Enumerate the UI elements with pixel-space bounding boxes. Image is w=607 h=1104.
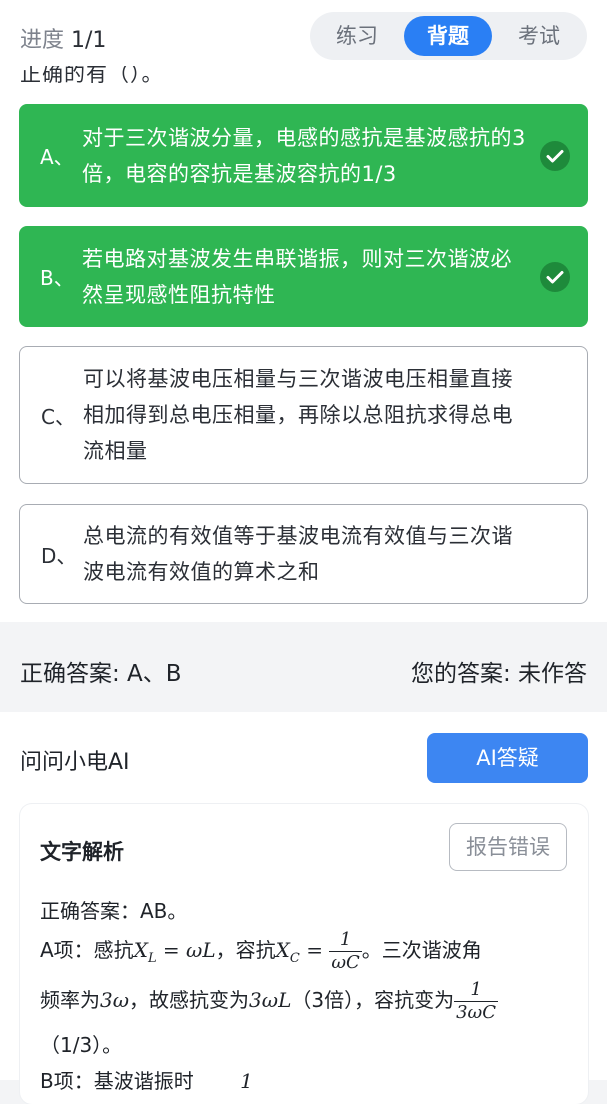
- analysis-panel: 文字解析 报告错误 正确答案：AB。 A项：感抗XL = ωL，容抗XC = 1…: [20, 804, 588, 1104]
- ai-label: 问问小电AI: [20, 750, 130, 775]
- option-letter: C、: [41, 404, 75, 429]
- analysis-text: ，容抗: [215, 938, 276, 962]
- progress-value: 1/1: [71, 28, 107, 53]
- option-b[interactable]: B、 若电路对基波发生串联谐振，则对三次谐波必然呈现感性阻抗特性: [19, 226, 588, 327]
- analysis-line-b: B项：基波谐振时 1: [40, 1066, 253, 1096]
- top-bar: 进度 1/1 练习 背题 考试: [0, 0, 607, 66]
- tab-practice[interactable]: 练习: [316, 16, 398, 56]
- option-c[interactable]: C、 可以将基波电压相量与三次谐波电压相量直接相加得到总电压相量，再除以总阻抗求…: [19, 346, 588, 484]
- analysis-title: 文字解析: [40, 840, 124, 864]
- option-letter: A、: [40, 145, 74, 169]
- option-letter: D、: [41, 543, 77, 568]
- math-xl: XL = ωL: [133, 938, 216, 966]
- analysis-line-ratio: （1/3）。: [40, 1033, 123, 1057]
- report-error-button[interactable]: 报告错误: [449, 823, 567, 871]
- progress-indicator: 进度 1/1: [20, 22, 106, 54]
- analysis-text: A项：感抗: [40, 938, 134, 962]
- question-stem: 正确的有（）。: [20, 66, 164, 86]
- option-text: 若电路对基波发生串联谐振，则对三次谐波必然呈现感性阻抗特性: [82, 246, 512, 307]
- question-card: 正确的有（）。 A、 对于三次谐波分量，电感的感抗是基波感抗的3倍，电容的容抗是…: [0, 66, 607, 622]
- tab-recite[interactable]: 背题: [404, 16, 492, 56]
- math-3wl: 3ωL: [249, 988, 292, 1012]
- progress-label: 进度: [20, 28, 65, 53]
- ai-answer-button[interactable]: AI答疑: [427, 733, 588, 783]
- correct-answer: 正确答案: A、B: [20, 661, 182, 687]
- math-fragment: 1: [240, 1069, 253, 1093]
- mode-switch: 练习 背题 考试: [310, 12, 587, 60]
- analysis-text: 。三次谐波角: [361, 938, 482, 962]
- ai-section: 问问小电AI AI答疑 文字解析 报告错误 正确答案：AB。 A项：感抗XL =…: [0, 712, 607, 1104]
- fraction: 1 3ωC: [454, 979, 499, 1023]
- option-text: 总电流的有效值等于基波电流有效值与三次谐波电流有效值的算术之和: [83, 524, 513, 584]
- option-letter: B、: [40, 266, 74, 290]
- analysis-text: B项：基波谐振时: [40, 1069, 194, 1093]
- analysis-text: ，故感抗变为: [129, 988, 250, 1012]
- check-icon: [540, 140, 570, 171]
- answer-summary: 正确答案: A、B 您的答案: 未作答: [0, 622, 607, 712]
- option-text: 对于三次谐波分量，电感的感抗是基波感抗的3倍，电容的容抗是基波容抗的1/3: [82, 125, 526, 186]
- analysis-text: 频率为: [40, 988, 100, 1012]
- tab-exam[interactable]: 考试: [498, 16, 580, 56]
- option-a[interactable]: A、 对于三次谐波分量，电感的感抗是基波感抗的3倍，电容的容抗是基波容抗的1/3: [19, 104, 588, 207]
- math-xc: XC =: [275, 938, 330, 966]
- your-answer: 您的答案: 未作答: [410, 661, 587, 687]
- math-3w: 3ω: [100, 988, 130, 1012]
- analysis-answer: 正确答案：AB。: [40, 899, 188, 923]
- analysis-text: （3倍），容抗变为: [291, 988, 455, 1012]
- option-text: 可以将基波电压相量与三次谐波电压相量直接相加得到总电压相量，再除以总阻抗求得总电…: [83, 367, 513, 463]
- option-d[interactable]: D、 总电流的有效值等于基波电流有效值与三次谐波电流有效值的算术之和: [19, 504, 588, 604]
- fraction: 1 ωC: [329, 929, 362, 973]
- analysis-line-a: A项：感抗XL = ωL，容抗XC = 1 ωC 。三次谐波角: [40, 928, 482, 981]
- check-icon: [540, 261, 570, 292]
- analysis-line-freq: 频率为3ω，故感抗变为3ωL（3倍），容抗变为 1 3ωC: [40, 976, 499, 1024]
